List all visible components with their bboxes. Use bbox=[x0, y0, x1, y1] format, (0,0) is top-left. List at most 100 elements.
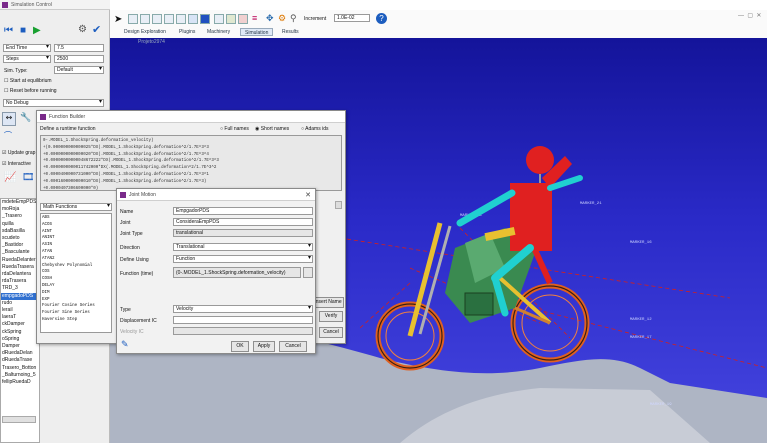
option-full-names[interactable]: ○ Full names bbox=[220, 126, 249, 132]
stop-icon[interactable]: ■ bbox=[20, 25, 26, 36]
tree-scroll[interactable] bbox=[2, 416, 36, 423]
vel-ic-input[interactable] bbox=[173, 327, 313, 335]
expression-editor[interactable]: 0-.MODEL_1.ShockSpring.deformation_veloc… bbox=[40, 135, 342, 191]
tree-item[interactable]: RuedaTrasera bbox=[1, 264, 39, 271]
option-short-names[interactable]: ◉ Short names bbox=[255, 126, 289, 132]
end-time-select[interactable]: End Time bbox=[3, 44, 51, 52]
function-builder-titlebar[interactable]: Function Builder bbox=[37, 111, 345, 123]
graph-tool-icon[interactable]: ↭ bbox=[2, 112, 16, 126]
function-list-item[interactable]: COS bbox=[42, 269, 110, 276]
tree-item[interactable]: dRuedaDelan bbox=[1, 350, 39, 357]
toolbar-tool-11-icon[interactable]: ≡ bbox=[252, 13, 257, 23]
rewind-icon[interactable]: ⏮ bbox=[4, 25, 13, 36]
tree-item[interactable]: _Trasero bbox=[1, 213, 39, 220]
insert-name-button[interactable]: Insert Name bbox=[312, 297, 344, 308]
tree-item[interactable]: _Bastidor bbox=[1, 242, 39, 249]
toolbar-tool-10-icon[interactable] bbox=[238, 14, 248, 24]
option-adams-ids[interactable]: ○ Adams ids bbox=[301, 126, 328, 132]
confirm-check-icon[interactable]: ✔ bbox=[92, 23, 101, 36]
interactive-checkbox[interactable]: ☑ Interactive bbox=[2, 161, 31, 167]
tree-item[interactable]: laeraT bbox=[1, 314, 39, 321]
steps-input[interactable]: 2500 bbox=[54, 55, 104, 63]
debug-select[interactable]: No Debug bbox=[3, 99, 104, 107]
tree-item[interactable]: _Basculante bbox=[1, 249, 39, 256]
tree-item[interactable]: mdeteEmpPDS bbox=[1, 199, 39, 206]
define-using-select[interactable]: Function bbox=[173, 255, 313, 263]
tree-item[interactable]: ckSpring bbox=[1, 329, 39, 336]
reset-before-checkbox[interactable]: ☐ Reset before running bbox=[4, 88, 57, 94]
increment-input[interactable]: 1.0E-02 bbox=[334, 14, 370, 22]
function-time-input[interactable]: (0-.MODEL_1.ShockSpring.deformation_velo… bbox=[173, 267, 301, 278]
function-list-item[interactable]: ASIN bbox=[42, 242, 110, 249]
verify-button[interactable]: Verify bbox=[319, 311, 343, 322]
window-controls[interactable]: — ▢ ✕ bbox=[738, 12, 761, 19]
function-list-item[interactable]: Fourier Sine Series bbox=[42, 310, 110, 317]
tree-item[interactable]: rdaTrasera bbox=[1, 278, 39, 285]
function-list-item[interactable]: DIM bbox=[42, 290, 110, 297]
joint-motion-titlebar[interactable]: Joint Motion ✕ bbox=[117, 189, 315, 201]
toolbar-tool-12-icon[interactable]: ✥ bbox=[266, 13, 274, 24]
tree-item[interactable]: rudo bbox=[1, 300, 39, 307]
tree-item[interactable]: scudeto bbox=[1, 235, 39, 242]
tab-simulation[interactable]: Simulation bbox=[240, 28, 274, 36]
function-list-item[interactable]: ANINT bbox=[42, 235, 110, 242]
disp-ic-input[interactable] bbox=[173, 316, 313, 324]
function-list-item[interactable]: ABS bbox=[42, 215, 110, 222]
tab-design-exploration[interactable]: Design Exploration bbox=[120, 28, 170, 36]
tree-item[interactable]: lerail bbox=[1, 307, 39, 314]
toolbar-tool-6-icon[interactable] bbox=[188, 14, 198, 24]
plot-tool-icon[interactable]: 📈 bbox=[4, 172, 16, 183]
function-list-item[interactable]: Haversine Step bbox=[42, 317, 110, 324]
type-select[interactable]: Velocity bbox=[173, 305, 313, 313]
tree-item[interactable]: rdaDelantera bbox=[1, 271, 39, 278]
steps-select[interactable]: Steps bbox=[3, 55, 51, 63]
animate-tool-icon[interactable]: 🎞 bbox=[22, 172, 35, 183]
function-list-item[interactable]: ATAN2 bbox=[42, 256, 110, 263]
toolbar-tool-9-icon[interactable] bbox=[226, 14, 236, 24]
tree-item[interactable]: Damper bbox=[1, 343, 39, 350]
tree-item[interactable]: ckDamper bbox=[1, 321, 39, 328]
function-list-item[interactable]: EXP bbox=[42, 297, 110, 304]
function-list-item[interactable]: Chebyshev Polynomial bbox=[42, 263, 110, 270]
function-list-item[interactable]: AINT bbox=[42, 229, 110, 236]
ok-button[interactable]: OK bbox=[231, 341, 249, 352]
settings-gear-icon[interactable]: ⚙ bbox=[78, 24, 87, 35]
tree-item[interactable]: RuedaDelanter bbox=[1, 257, 39, 264]
function-cancel-button[interactable]: Cancel bbox=[319, 327, 343, 338]
cancel-button[interactable]: Cancel bbox=[279, 341, 307, 352]
tree-item[interactable]: empgadoPDS bbox=[1, 292, 39, 300]
toolbar-tool-1-icon[interactable] bbox=[128, 14, 138, 24]
function-list-item[interactable]: Fourier Cosine Series bbox=[42, 303, 110, 310]
category-select[interactable]: Math Functions bbox=[40, 203, 112, 211]
tree-item[interactable]: sdaBasilla bbox=[1, 228, 39, 235]
function-list-item[interactable]: COSH bbox=[42, 276, 110, 283]
name-input[interactable]: EmpgadorPDS bbox=[173, 207, 313, 215]
tree-item[interactable]: fellipRuedaD bbox=[1, 379, 39, 386]
start-equilibrium-checkbox[interactable]: ☐ Start at equilibrium bbox=[4, 78, 52, 84]
expression-scroll[interactable] bbox=[335, 201, 342, 209]
tree-item[interactable]: Trasero_Botton bbox=[1, 365, 39, 372]
function-list-item[interactable]: ACOS bbox=[42, 222, 110, 229]
toolbar-tool-4-icon[interactable] bbox=[164, 14, 174, 24]
function-browse-button[interactable] bbox=[303, 267, 313, 278]
tab-plugins[interactable]: Plugins bbox=[175, 28, 199, 36]
apply-button[interactable]: Apply bbox=[253, 341, 275, 352]
sim-type-select[interactable]: Default bbox=[54, 66, 104, 74]
direction-select[interactable]: Translational bbox=[173, 243, 313, 251]
tools-wrench-icon[interactable]: 🔧 bbox=[20, 112, 34, 126]
function-list-item[interactable]: DELAY bbox=[42, 283, 110, 290]
tree-item[interactable]: dRuedaTrase bbox=[1, 357, 39, 364]
pointer-tool-icon[interactable]: ➤ bbox=[114, 14, 122, 25]
toolbar-tool-13-icon[interactable]: ⚙ bbox=[278, 13, 286, 24]
help-icon[interactable]: ? bbox=[376, 13, 387, 24]
tree-item[interactable]: _Balturnoing_5 bbox=[1, 372, 39, 379]
end-time-input[interactable]: 7.5 bbox=[54, 44, 104, 52]
joint-input[interactable]: ConsideraEmpPDS bbox=[173, 218, 313, 226]
tree-item[interactable]: TRD_3 bbox=[1, 285, 39, 292]
toolbar-tool-5-icon[interactable] bbox=[176, 14, 186, 24]
function-list-item[interactable]: ATAN bbox=[42, 249, 110, 256]
tree-item[interactable]: oSpring bbox=[1, 336, 39, 343]
tree-item[interactable]: moRoja bbox=[1, 206, 39, 213]
function-list[interactable]: ABS ACOS AINT ANINT ASIN ATAN ATAN2 Chebyshev P… bbox=[40, 213, 112, 333]
update-graph-checkbox[interactable]: ☑ Update grap bbox=[2, 150, 35, 156]
